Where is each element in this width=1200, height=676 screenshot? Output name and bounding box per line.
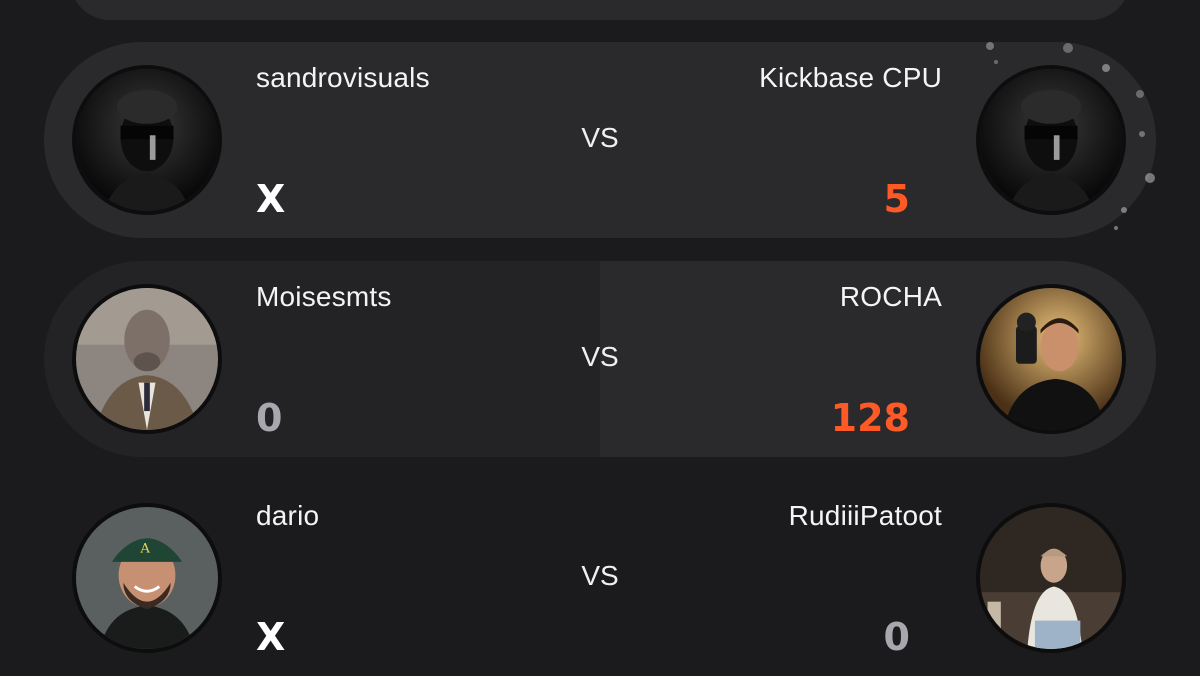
away-player-score: 0 [883, 615, 910, 659]
match-row[interactable]: Moisesmts 0 VS ROCHA 128 [0, 261, 1200, 457]
match-row[interactable]: A dario X VS RudiiiPatoot 0 [0, 480, 1200, 676]
away-player-name: RudiiiPatoot [788, 500, 942, 531]
match-row[interactable]: sandrovisuals X VS Kickbase CPU 5 [0, 42, 1200, 238]
masked-figure-avatar-icon[interactable] [976, 65, 1126, 215]
away-player-score: 128 [830, 396, 910, 440]
photographer-avatar-icon[interactable] [976, 284, 1126, 434]
home-player-name: dario [256, 500, 320, 531]
home-player-name: Moisesmts [256, 281, 392, 312]
away-player-score: 5 [883, 177, 910, 221]
home-player-score: X [256, 177, 286, 221]
away-player-name: ROCHA [839, 281, 942, 312]
home-player-score: X [256, 615, 286, 659]
seated-person-avatar-icon[interactable] [976, 503, 1126, 653]
home-player-score: 0 [256, 396, 283, 440]
home-player-name: sandrovisuals [256, 62, 430, 93]
svg-text:A: A [139, 541, 150, 556]
previous-match-card [70, 0, 1130, 20]
away-player-name: Kickbase CPU [759, 62, 942, 93]
